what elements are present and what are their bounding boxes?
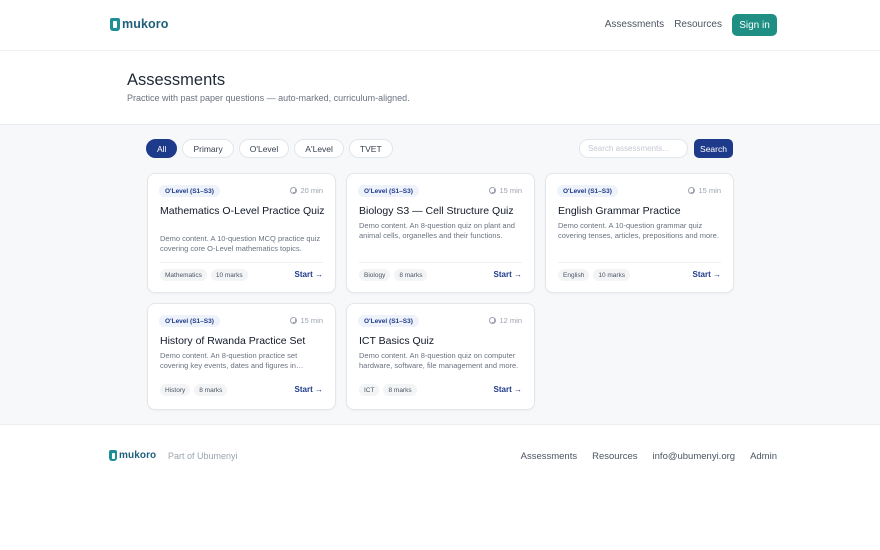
level-badge: O'Level (S1–S3) [557,185,618,197]
duration-label: 20 min [290,186,323,195]
filter-chip-tvet[interactable]: TVET [348,139,393,158]
duration-label: 15 min [290,316,323,325]
card-footer: Mathematics 10 marks Start → [160,262,323,281]
filter-chip-olevel[interactable]: O'Level [238,139,290,158]
nav-assessments-link[interactable]: Assessments [605,19,664,30]
footer-link-email[interactable]: info@ubumenyi.org [653,451,736,462]
footer-links: Assessments Resources info@ubumenyi.org … [521,451,777,462]
assessment-card[interactable]: O'Level (S1–S3) 20 min Mathematics O-Lev… [147,173,336,293]
brand-logo[interactable]: mukoro [110,17,168,31]
clock-icon [290,317,298,324]
filter-chip-alevel[interactable]: A'Level [294,139,344,158]
subject-tag: Biology [359,269,391,281]
level-badge: O'Level (S1–S3) [159,185,220,197]
card-footer: Biology 8 marks Start → [359,262,522,281]
assessment-card[interactable]: O'Level (S1–S3) 15 min English Grammar P… [545,173,734,293]
duration-text: 15 min [698,186,721,195]
assessments-section: All Primary O'Level A'Level TVET Search … [0,125,880,424]
footer-logo[interactable]: mukoro [109,450,156,461]
duration-text: 12 min [499,316,522,325]
start-button[interactable]: Start → [494,270,522,279]
card-tags: History 8 marks [160,384,228,396]
site-footer: mukoro Part of Ubumenyi Assessments Reso… [0,424,880,550]
card-description: Demo content. An 8-question quiz on comp… [359,351,519,370]
card-description: Demo content. An 8-question practice set… [160,351,298,370]
page-title: Assessments [127,71,226,89]
duration-label: 12 min [489,316,522,325]
search-button[interactable]: Search [694,139,733,158]
logo-text: mukoro [122,17,169,31]
duration-label: 15 min [489,186,522,195]
card-tags: Mathematics 10 marks [160,269,248,281]
card-title[interactable]: English Grammar Practice [558,205,723,218]
marks-tag: 10 marks [593,269,631,281]
level-badge: O'Level (S1–S3) [358,185,419,197]
level-badge: O'Level (S1–S3) [358,315,419,327]
start-button[interactable]: Start → [295,270,323,279]
marks-tag: 8 marks [394,269,428,281]
clock-icon [290,187,298,194]
card-footer: English 10 marks Start → [558,262,721,281]
top-navigation-bar: mukoro Assessments Resources Sign in [0,0,880,51]
main-nav: Assessments Resources [605,19,722,30]
footer-link-assessments[interactable]: Assessments [521,451,578,462]
card-title[interactable]: Mathematics O-Level Practice Quiz [160,205,325,218]
filter-chip-all[interactable]: All [146,139,178,158]
clock-icon [489,187,497,194]
card-description: Demo content. A 10-question MCQ practice… [160,234,321,253]
subject-tag: English [558,269,590,281]
level-badge: O'Level (S1–S3) [159,315,220,327]
assessment-card[interactable]: O'Level (S1–S3) 12 min ICT Basics Quiz D… [346,303,535,410]
card-title[interactable]: ICT Basics Quiz [359,335,524,348]
assessment-card[interactable]: O'Level (S1–S3) 15 min Biology S3 — Cell… [346,173,535,293]
marks-tag: 10 marks [210,269,248,281]
logo-icon [109,450,117,461]
part-of-text: Part of Ubumenyi [168,451,238,461]
card-tags: ICT 8 marks [359,384,417,396]
clock-icon [489,317,497,324]
subject-tag: ICT [359,384,380,396]
subject-tag: History [160,384,191,396]
footer-logo-text: mukoro [119,450,157,461]
assessment-card[interactable]: O'Level (S1–S3) 15 min History of Rwanda… [147,303,336,410]
footer-link-resources[interactable]: Resources [592,451,637,462]
card-description: Demo content. A 10-question grammar quiz… [558,221,719,240]
subject-tag: Mathematics [160,269,207,281]
card-title[interactable]: History of Rwanda Practice Set [160,335,325,348]
card-description: Demo content. An 8-question quiz on plan… [359,221,515,240]
duration-text: 15 min [499,186,522,195]
card-tags: Biology 8 marks [359,269,428,281]
clock-icon [688,187,696,194]
card-tags: English 10 marks [558,269,631,281]
level-filter-chips: All Primary O'Level A'Level TVET [146,139,393,158]
marks-tag: 8 marks [383,384,417,396]
marks-tag: 8 marks [194,384,228,396]
start-button[interactable]: Start → [693,270,721,279]
start-button[interactable]: Start → [295,385,323,394]
card-title[interactable]: Biology S3 — Cell Structure Quiz [359,205,524,218]
page-subtitle: Practice with past paper questions — aut… [127,93,410,103]
nav-resources-link[interactable]: Resources [674,19,722,30]
logo-icon [110,17,120,31]
duration-text: 20 min [300,186,323,195]
footer-link-admin[interactable]: Admin [750,451,777,462]
duration-label: 15 min [688,186,721,195]
duration-text: 15 min [300,316,323,325]
page-hero: Assessments Practice with past paper que… [0,51,880,125]
search-input[interactable] [579,139,688,158]
sign-in-button[interactable]: Sign in [732,14,777,36]
filter-chip-primary[interactable]: Primary [182,139,234,158]
start-button[interactable]: Start → [494,385,522,394]
